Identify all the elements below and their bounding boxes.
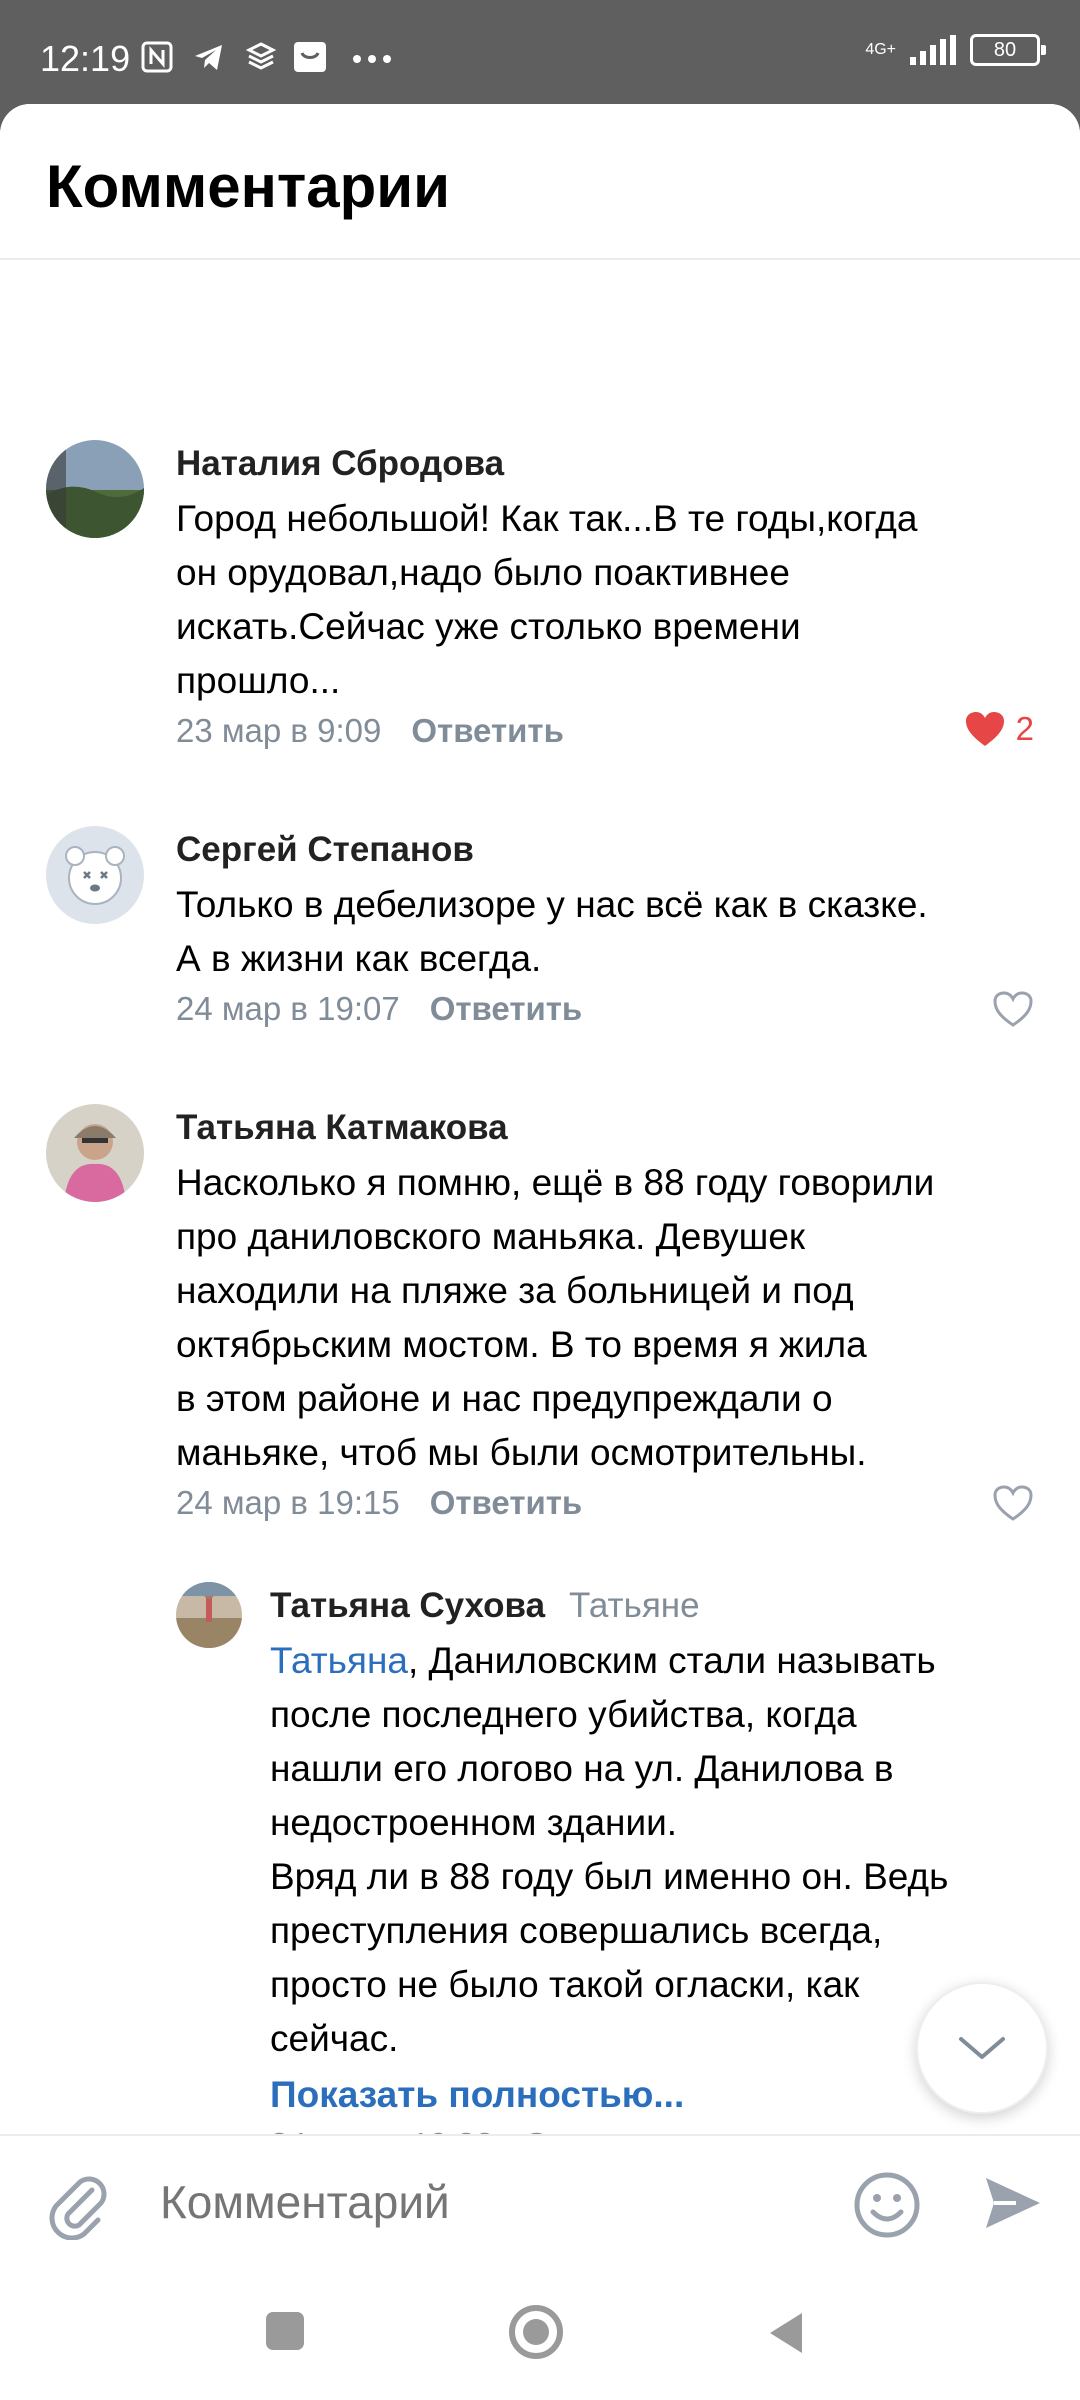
comments-list[interactable]: Наталия Сбродова Город небольшой! Как та… xyxy=(0,260,1080,2238)
battery-level: 80 xyxy=(993,39,1017,61)
comment-text: Только в дебелизоре у нас всё как в сказ… xyxy=(176,884,928,979)
comment-text: Татьяна, Даниловским стали называть посл… xyxy=(270,1634,1050,2066)
mention-link[interactable]: Татьяна xyxy=(270,1640,408,1681)
signal-icon xyxy=(910,35,956,65)
comment-text: Город небольшой! Как так...В те годы,ког… xyxy=(176,498,918,701)
comment-author[interactable]: Татьяна Катмакова xyxy=(176,1108,508,1148)
comment-date: 24 мар в 19:15 xyxy=(176,1484,400,1521)
app-icon xyxy=(294,42,326,72)
nav-back-icon[interactable] xyxy=(764,2310,808,2356)
avatar[interactable] xyxy=(46,826,144,924)
comment-meta: 24 мар в 19:07 Ответить xyxy=(176,990,582,1028)
network-label: 4G+ xyxy=(865,41,896,58)
status-bar: 12:19 4G+ 80 xyxy=(0,0,1080,104)
comment-composer xyxy=(0,2134,1080,2272)
heart-outline-icon xyxy=(993,991,1033,1027)
reply-to-label: Татьяне xyxy=(569,1586,700,1625)
avatar[interactable] xyxy=(46,440,144,538)
comment-body: , Даниловским стали называть после после… xyxy=(270,1640,949,2059)
like-button[interactable] xyxy=(992,1484,1034,1522)
comment-author[interactable]: Наталия Сбродова xyxy=(176,444,504,484)
layers-icon xyxy=(246,42,276,70)
comment-text: Насколько я помню, ещё в 88 году говорил… xyxy=(176,1162,935,1473)
like-button[interactable]: 2 xyxy=(964,710,1034,748)
like-count: 2 xyxy=(1015,710,1034,747)
reply-author-name[interactable]: Татьяна Сухова xyxy=(270,1586,545,1625)
comment-author[interactable]: Сергей Степанов xyxy=(176,830,474,870)
avatar[interactable] xyxy=(46,1104,144,1202)
nav-home-icon[interactable] xyxy=(508,2304,564,2360)
heart-outline-icon xyxy=(993,1485,1033,1521)
header: Комментарии xyxy=(0,104,1080,260)
reply-button[interactable]: Ответить xyxy=(411,712,564,749)
reply-button[interactable]: Ответить xyxy=(430,990,583,1027)
send-icon[interactable] xyxy=(982,2172,1044,2234)
comments-sheet: Комментарии Наталия Сбродова Город небол… xyxy=(0,104,1080,2400)
chevron-down-icon xyxy=(959,2037,1005,2059)
scroll-down-button[interactable] xyxy=(916,1982,1048,2114)
more-icon xyxy=(353,55,391,63)
system-nav-bar xyxy=(0,2270,1080,2400)
page-title: Комментарии xyxy=(46,153,451,220)
comment-date: 23 мар в 9:09 xyxy=(176,712,382,749)
comment-date: 24 мар в 19:07 xyxy=(176,990,400,1027)
status-time: 12:19 xyxy=(40,38,131,79)
comment-author: Татьяна Сухова Татьяне xyxy=(270,1586,700,1626)
heart-icon xyxy=(965,712,1004,746)
show-more-link[interactable]: Показать полностью... xyxy=(270,2074,684,2116)
reply-button[interactable]: Ответить xyxy=(430,1484,583,1521)
like-button[interactable] xyxy=(992,990,1034,1028)
avatar[interactable] xyxy=(176,1582,242,1648)
comment-meta: 24 мар в 19:15 Ответить xyxy=(176,1484,582,1522)
emoji-icon[interactable] xyxy=(852,2170,922,2240)
nav-square-icon[interactable] xyxy=(264,2310,306,2352)
nfc-icon xyxy=(141,41,173,73)
comment-input[interactable] xyxy=(158,2174,802,2230)
comment-meta: 23 мар в 9:09 Ответить xyxy=(176,712,564,750)
attach-icon[interactable] xyxy=(46,2170,110,2240)
battery-icon: 80 xyxy=(970,34,1046,66)
telegram-icon xyxy=(195,45,222,70)
